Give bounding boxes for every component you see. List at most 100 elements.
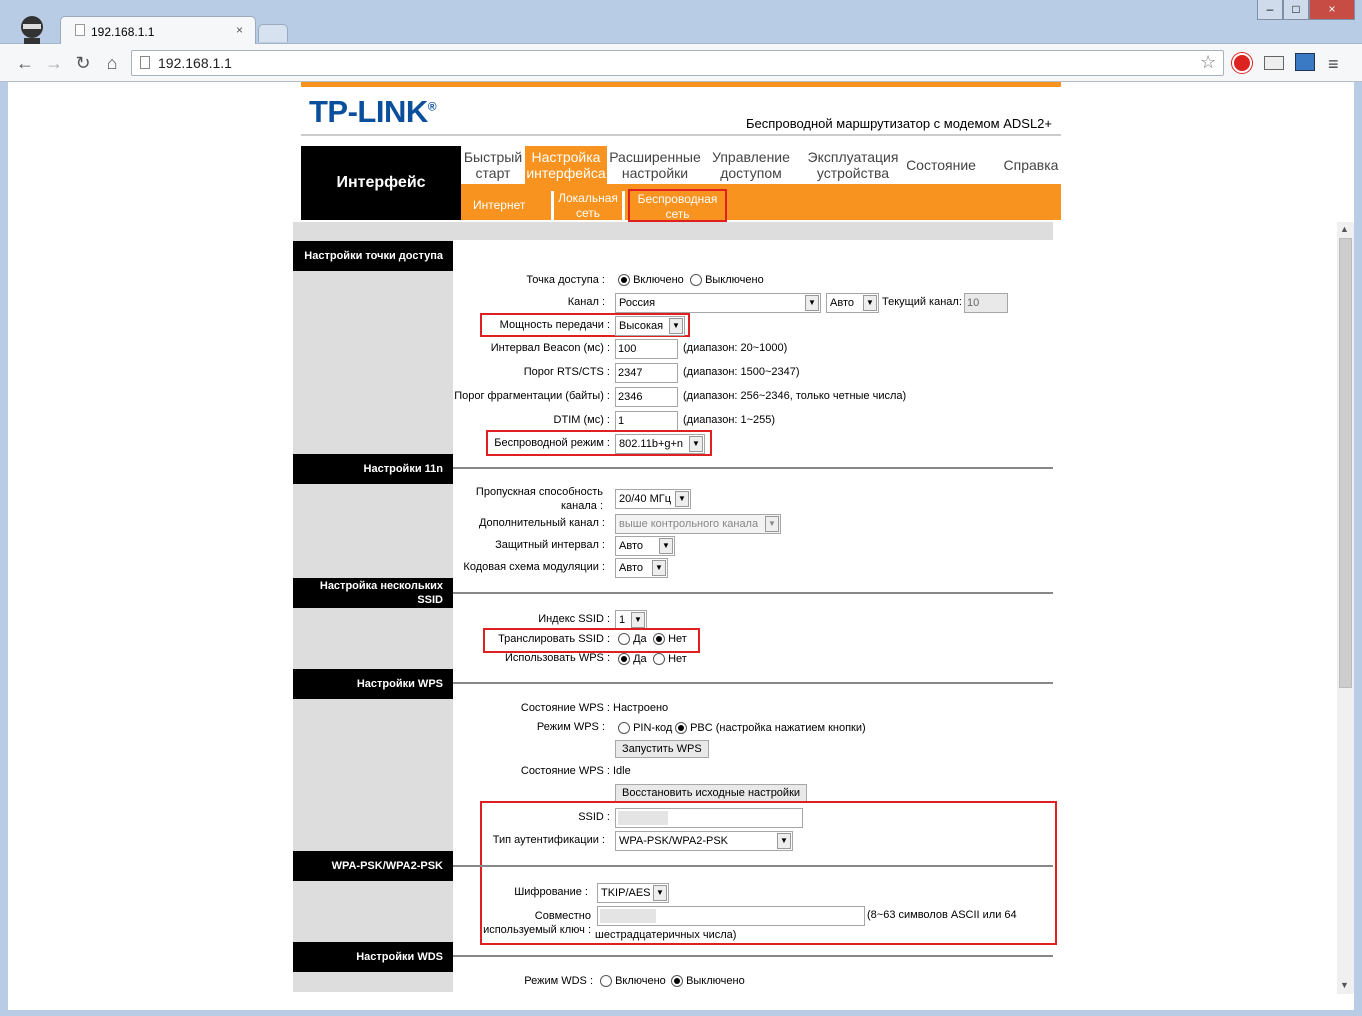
- beacon-input[interactable]: 100: [615, 339, 678, 359]
- close-window-button[interactable]: ×: [1309, 0, 1355, 20]
- psk-hint: (8~63 символов ASCII или 64: [867, 909, 1017, 921]
- bookmark-star-icon[interactable]: ☆: [1200, 52, 1216, 73]
- use-wps-yes-radio[interactable]: Да: [618, 653, 647, 666]
- menu-icon[interactable]: ≡: [1328, 54, 1339, 75]
- address-bar[interactable]: 192.168.1.1 ☆: [131, 50, 1224, 76]
- bandwidth-label: Пропускная способность канала :: [475, 486, 603, 512]
- wps-state-label: Состояние WPS :: [520, 702, 610, 714]
- current-channel-field: 10: [964, 293, 1008, 313]
- use-wps-label: Использовать WPS :: [504, 652, 610, 664]
- window-frame-left: [0, 82, 8, 1016]
- broadcast-no-radio[interactable]: Нет: [653, 633, 687, 646]
- menu-quick-start[interactable]: Быстрый старт: [461, 146, 525, 184]
- new-tab-button[interactable]: [258, 24, 288, 42]
- back-icon[interactable]: ←: [14, 52, 36, 74]
- ssid-index-select[interactable]: 1 ▼: [615, 610, 647, 630]
- ap-off-radio[interactable]: Выключено: [690, 274, 764, 287]
- psk-hint-2: шестрадцатеричных числа): [595, 929, 737, 941]
- submenu-internet[interactable]: Интернет: [473, 198, 525, 212]
- encryption-label: Шифрование :: [514, 886, 588, 898]
- mode-select[interactable]: 802.11b+g+n ▼: [615, 434, 705, 454]
- submenu-lan[interactable]: Локальная сеть: [554, 191, 622, 221]
- encryption-select[interactable]: TKIP/AES ▼: [597, 883, 669, 903]
- current-channel-label: Текущий канал:: [882, 296, 962, 308]
- guard-interval-select[interactable]: Авто ▼: [615, 536, 675, 556]
- section-wps: Настройки WPS: [293, 669, 453, 699]
- menu-maintenance[interactable]: Эксплуатация устройства: [803, 146, 903, 184]
- mcs-label: Кодовая схема модуляции :: [463, 561, 605, 573]
- menu-advanced[interactable]: Расширенные настройки: [607, 146, 703, 184]
- content-top-bar: [293, 222, 1053, 240]
- broadcast-ssid-label: Транслировать SSID :: [498, 633, 610, 645]
- rts-input[interactable]: 2347: [615, 363, 678, 383]
- menu-interface-setup[interactable]: Настройка интерфейса: [525, 146, 607, 184]
- redacted-ssid: [618, 811, 668, 825]
- wps-mode-label: Режим WPS :: [536, 721, 605, 733]
- wps-pin-radio[interactable]: PIN-код: [618, 722, 672, 735]
- wps-state2-label: Состояние WPS :: [520, 765, 610, 777]
- section-divider: [453, 865, 1053, 867]
- ext-channel-label: Дополнительный канал :: [478, 517, 605, 529]
- user-avatar-icon[interactable]: [14, 14, 50, 44]
- mcs-select[interactable]: Авто ▼: [615, 558, 668, 578]
- page-icon: [140, 56, 150, 69]
- wds-off-radio[interactable]: Выключено: [671, 975, 745, 988]
- mail-icon[interactable]: [1264, 56, 1284, 70]
- frag-input[interactable]: 2346: [615, 387, 678, 407]
- chart-extension-icon[interactable]: [1295, 53, 1315, 71]
- section-wds: Настройки WDS: [293, 942, 453, 972]
- menu-help[interactable]: Справка: [998, 146, 1064, 184]
- section-11n: Настройки 11n: [293, 454, 453, 484]
- frag-label: Порог фрагментации (байты) :: [454, 390, 610, 402]
- section-multi-ssid: Настройка нескольких SSID: [293, 578, 453, 608]
- psk-input[interactable]: [597, 906, 865, 926]
- maximize-button[interactable]: □: [1283, 0, 1309, 20]
- reload-icon[interactable]: ↻: [72, 52, 94, 74]
- start-wps-button[interactable]: Запустить WPS: [615, 740, 709, 758]
- reset-defaults-button[interactable]: Восстановить исходные настройки: [615, 784, 808, 802]
- section-ap-settings: Настройки точки доступа: [293, 241, 453, 271]
- power-select[interactable]: Высокая ▼: [615, 316, 685, 336]
- auth-type-select[interactable]: WPA-PSK/WPA2-PSK ▼: [615, 831, 793, 851]
- channel-select[interactable]: Авто ▼: [826, 293, 879, 313]
- channel-label: Канал :: [567, 296, 605, 308]
- ap-label: Точка доступа :: [526, 274, 605, 286]
- ext-channel-select[interactable]: выше контрольного канала ▼: [615, 514, 781, 534]
- use-wps-no-radio[interactable]: Нет: [653, 653, 687, 666]
- scrollbar-thumb[interactable]: [1339, 238, 1352, 688]
- bandwidth-select[interactable]: 20/40 МГц ▼: [615, 489, 691, 509]
- wps-pbc-radio[interactable]: PBC (настройка нажатием кнопки): [675, 722, 866, 735]
- submenu-separator: [622, 191, 625, 220]
- scroll-down-icon[interactable]: ▼: [1340, 980, 1349, 990]
- ap-on-radio[interactable]: Включено: [618, 274, 684, 287]
- beacon-label: Интервал Beacon (мс) :: [490, 342, 610, 354]
- dtim-input[interactable]: 1: [615, 411, 678, 431]
- adblock-icon[interactable]: [1232, 53, 1252, 73]
- device-subtitle: Беспроводной маршрутизатор с модемом ADS…: [745, 116, 1052, 131]
- url-text[interactable]: 192.168.1.1: [158, 55, 232, 71]
- forward-icon[interactable]: →: [43, 52, 65, 74]
- redacted-key: [600, 909, 656, 923]
- frag-range: (диапазон: 256~2346, только четные числа…: [683, 390, 907, 402]
- page-icon: [75, 24, 85, 36]
- submenu-wireless[interactable]: Беспроводная сеть: [628, 189, 727, 222]
- broadcast-yes-radio[interactable]: Да: [618, 633, 647, 646]
- ssid-input[interactable]: [615, 808, 803, 828]
- home-icon[interactable]: ⌂: [101, 52, 123, 74]
- beacon-range: (диапазон: 20~1000): [683, 342, 788, 354]
- menu-access-control[interactable]: Управление доступом: [703, 146, 799, 184]
- scroll-up-icon[interactable]: ▲: [1340, 224, 1349, 234]
- close-tab-icon[interactable]: ×: [236, 23, 243, 37]
- wds-mode-label: Режим WDS :: [524, 975, 593, 987]
- rts-label: Порог RTS/CTS :: [523, 366, 610, 378]
- minimize-button[interactable]: –: [1257, 0, 1283, 20]
- rts-range: (диапазон: 1500~2347): [683, 366, 800, 378]
- country-select[interactable]: Россия ▼: [615, 293, 821, 313]
- psk-label: Совместно используемый ключ :: [483, 910, 591, 936]
- ssid-index-label: Индекс SSID :: [538, 613, 610, 625]
- section-divider: [453, 467, 1053, 469]
- menu-status[interactable]: Состояние: [903, 146, 979, 184]
- wds-on-radio[interactable]: Включено: [600, 975, 666, 988]
- ssid-label: SSID :: [578, 811, 610, 823]
- tab-active[interactable]: 192.168.1.1 ×: [60, 16, 256, 44]
